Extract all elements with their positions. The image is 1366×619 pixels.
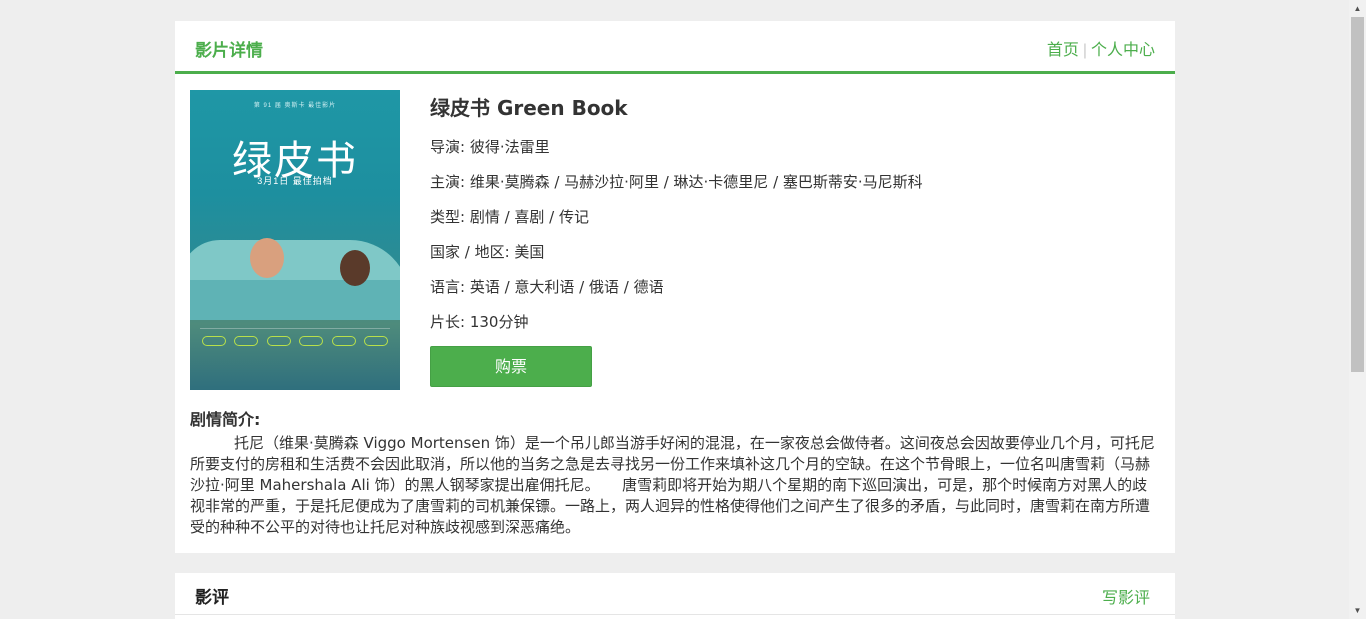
scroll-up-arrow-icon[interactable]: ▲ [1349,0,1366,17]
top-nav: 首页 | 个人中心 [1047,36,1155,60]
movie-poster: 第 91 届 奥斯卡 最佳影片 绿皮书 3月1日 最佳拍档 [190,90,400,390]
nav-home-link[interactable]: 首页 [1047,42,1079,59]
laurel-icon [234,336,259,346]
poster-date: 3月1日 最佳拍档 [257,176,333,186]
scroll-down-arrow-icon[interactable]: ▼ [1349,602,1366,619]
review-header: 影评 写影评 [175,573,1175,615]
buy-ticket-button[interactable]: 购票 [430,346,592,387]
scrollbar-thumb[interactable] [1351,17,1364,372]
movie-director: 导演: 彼得·法雷里 [430,138,550,156]
movie-cast: 主演: 维果·莫腾森 / 马赫沙拉·阿里 / 琳达·卡德里尼 / 塞巴斯蒂安·马… [430,173,923,191]
review-nav: 写影评 [1102,584,1150,608]
page-scrollbar[interactable]: ▲ ▼ [1349,0,1366,619]
laurel-icon [266,336,291,346]
laurel-icon [331,336,356,346]
synopsis-label: 剧情简介: [190,410,261,429]
laurel-icon [363,336,388,346]
movie-genre: 类型: 剧情 / 喜剧 / 传记 [430,208,590,226]
write-review-link[interactable]: 写影评 [1102,590,1150,607]
movie-detail-card: 影片详情 首页 | 个人中心 第 91 届 奥斯卡 最佳影片 绿皮书 3月1日 最佳… [175,21,1175,553]
movie-runtime: 片长: 130分钟 [430,313,529,331]
laurel-icon [299,336,324,346]
nav-profile-link[interactable]: 个人中心 [1091,42,1155,59]
poster-figure-driver [250,238,284,278]
poster-figure-passenger [340,250,370,286]
synopsis-text: 托尼（维果·莫腾森 Viggo Mortensen 饰）是一个吊儿郎当游手好闲的… [190,434,1155,536]
review-title: 影评 [195,588,229,607]
poster-car-body [190,280,400,320]
movie-region: 国家 / 地区: 美国 [430,243,545,261]
nav-separator: | [1082,42,1087,59]
movie-title: 绿皮书 Green Book [430,96,628,120]
detail-title: 影片详情 [195,41,263,60]
poster-top-text: 第 91 届 奥斯卡 最佳影片 [253,103,337,109]
detail-header: 影片详情 首页 | 个人中心 [175,21,1175,74]
poster-laurels [202,336,388,346]
movie-info: 绿皮书 Green Book 导演: 彼得·法雷里 主演: 维果·莫腾森 / 马… [430,90,923,331]
review-card: 影评 写影评 [175,573,1175,619]
movie-language: 语言: 英语 / 意大利语 / 俄语 / 德语 [430,278,664,296]
laurel-icon [202,336,226,346]
